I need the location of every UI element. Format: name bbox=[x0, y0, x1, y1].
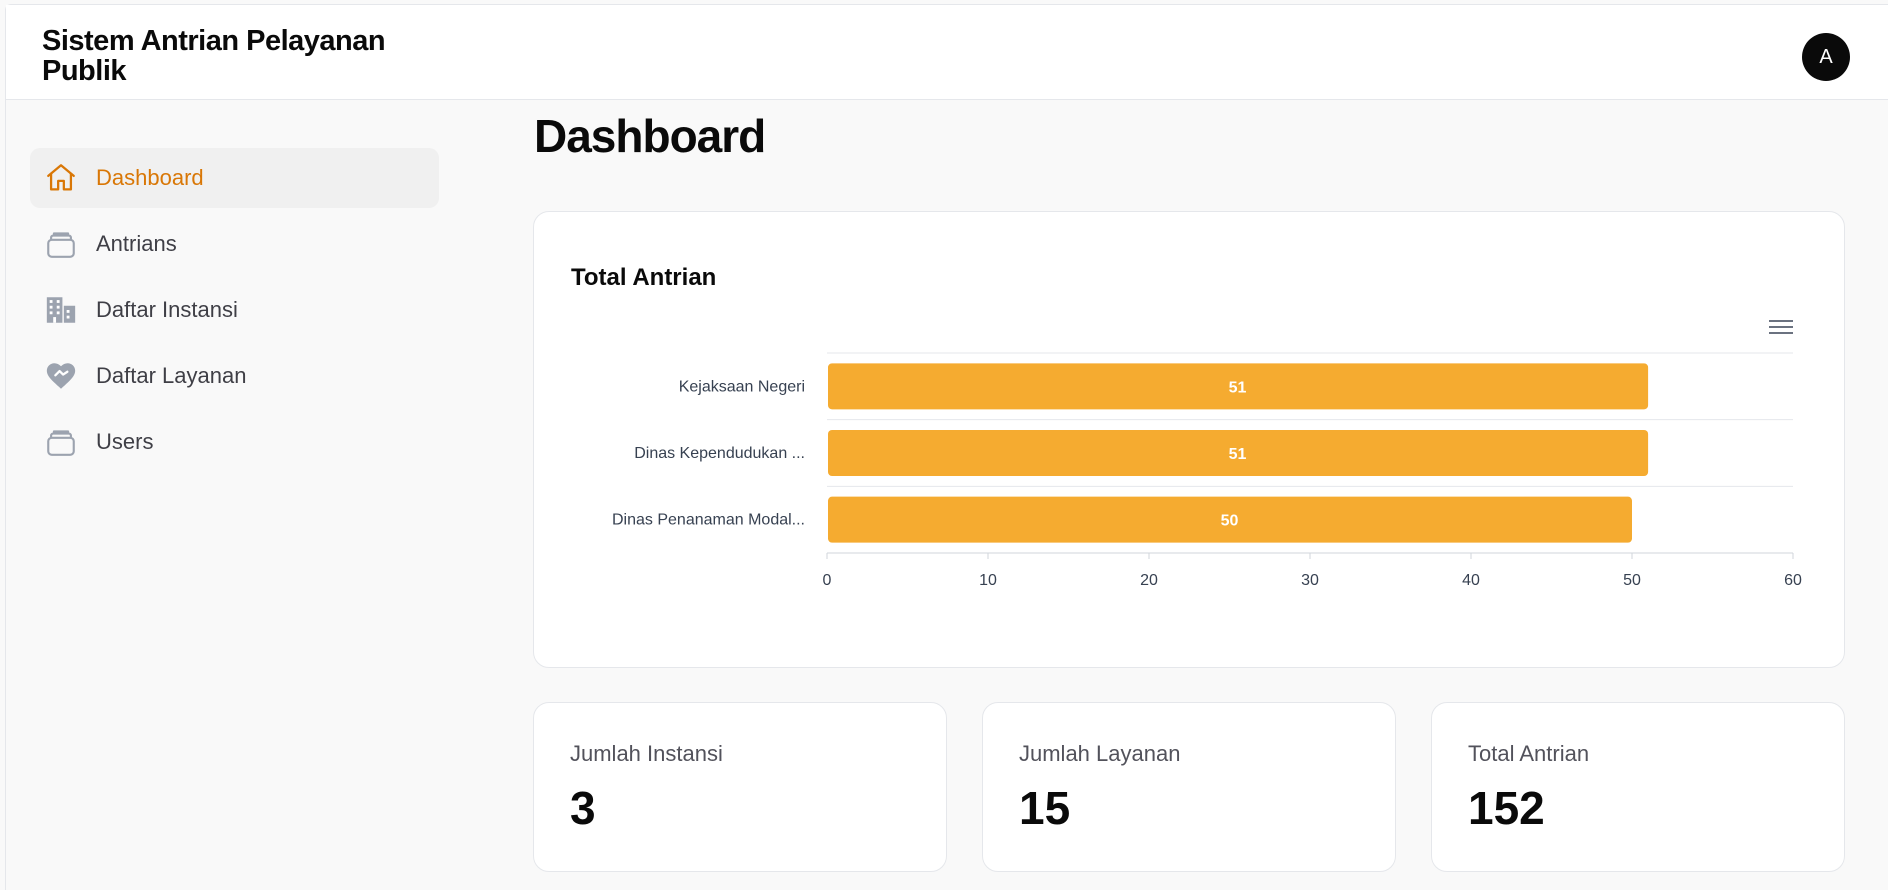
category-label: Dinas Kependudukan ... bbox=[634, 445, 805, 462]
stat-value: 152 bbox=[1468, 782, 1545, 834]
category-label: Dinas Penanaman Modal... bbox=[612, 512, 805, 529]
x-tick-label: 10 bbox=[979, 572, 997, 589]
home-icon bbox=[44, 161, 78, 195]
stat-label: Jumlah Layanan bbox=[1019, 741, 1181, 766]
sidebar-item-daftar-instansi[interactable]: Daftar Instansi bbox=[30, 280, 439, 340]
app-title: Sistem Antrian Pelayanan Publik bbox=[42, 25, 386, 87]
bar-data-label: 51 bbox=[1229, 379, 1247, 396]
stat-card-jumlah-layanan: Jumlah Layanan 15 bbox=[982, 702, 1396, 872]
building-icon bbox=[44, 293, 78, 327]
stat-label: Total Antrian bbox=[1468, 741, 1590, 766]
sidebar-item-dashboard[interactable]: Dashboard bbox=[30, 148, 439, 208]
sidebar-item-label: Daftar Layanan bbox=[96, 363, 247, 388]
top-bar: Sistem Antrian Pelayanan Publik A bbox=[6, 5, 1888, 100]
stat-value: 15 bbox=[1019, 782, 1071, 834]
bar-chart: 0 10 20 30 40 50 60 51 Kejaksaan Negeri 51 Dinas K… bbox=[612, 352, 1802, 589]
page-title: Dashboard bbox=[534, 110, 766, 162]
category-label: Kejaksaan Negeri bbox=[679, 378, 805, 395]
sidebar-item-label: Dashboard bbox=[96, 165, 204, 190]
x-tick-label: 60 bbox=[1784, 572, 1802, 589]
x-tick-label: 40 bbox=[1462, 572, 1480, 589]
chart-card: Total Antrian 0 10 20 30 40 50 60 51 Kejaksaan N… bbox=[533, 211, 1845, 668]
stat-value: 3 bbox=[570, 782, 596, 834]
sidebar-item-users[interactable]: Users bbox=[30, 412, 439, 472]
x-tick-label: 0 bbox=[823, 572, 832, 589]
avatar[interactable]: A bbox=[1802, 33, 1850, 81]
stat-card-jumlah-instansi: Jumlah Instansi 3 bbox=[533, 702, 947, 872]
stat-label: Jumlah Instansi bbox=[570, 741, 723, 766]
sidebar-item-daftar-layanan[interactable]: Daftar Layanan bbox=[30, 346, 439, 406]
sidebar-item-label: Antrians bbox=[96, 231, 177, 256]
sidebar-item-label: Daftar Instansi bbox=[96, 297, 238, 322]
stack-icon bbox=[44, 227, 78, 261]
x-tick-label: 50 bbox=[1623, 572, 1641, 589]
sidebar-item-antrians[interactable]: Antrians bbox=[30, 214, 439, 274]
x-tick-label: 30 bbox=[1301, 572, 1319, 589]
stack-icon bbox=[44, 425, 78, 459]
heart-hand-icon bbox=[44, 359, 78, 393]
sidebar-item-label: Users bbox=[96, 429, 154, 454]
bar-data-label: 50 bbox=[1221, 513, 1239, 530]
stat-card-total-antrian: Total Antrian 152 bbox=[1431, 702, 1845, 872]
bar-data-label: 51 bbox=[1229, 446, 1247, 463]
x-tick-label: 20 bbox=[1140, 572, 1158, 589]
